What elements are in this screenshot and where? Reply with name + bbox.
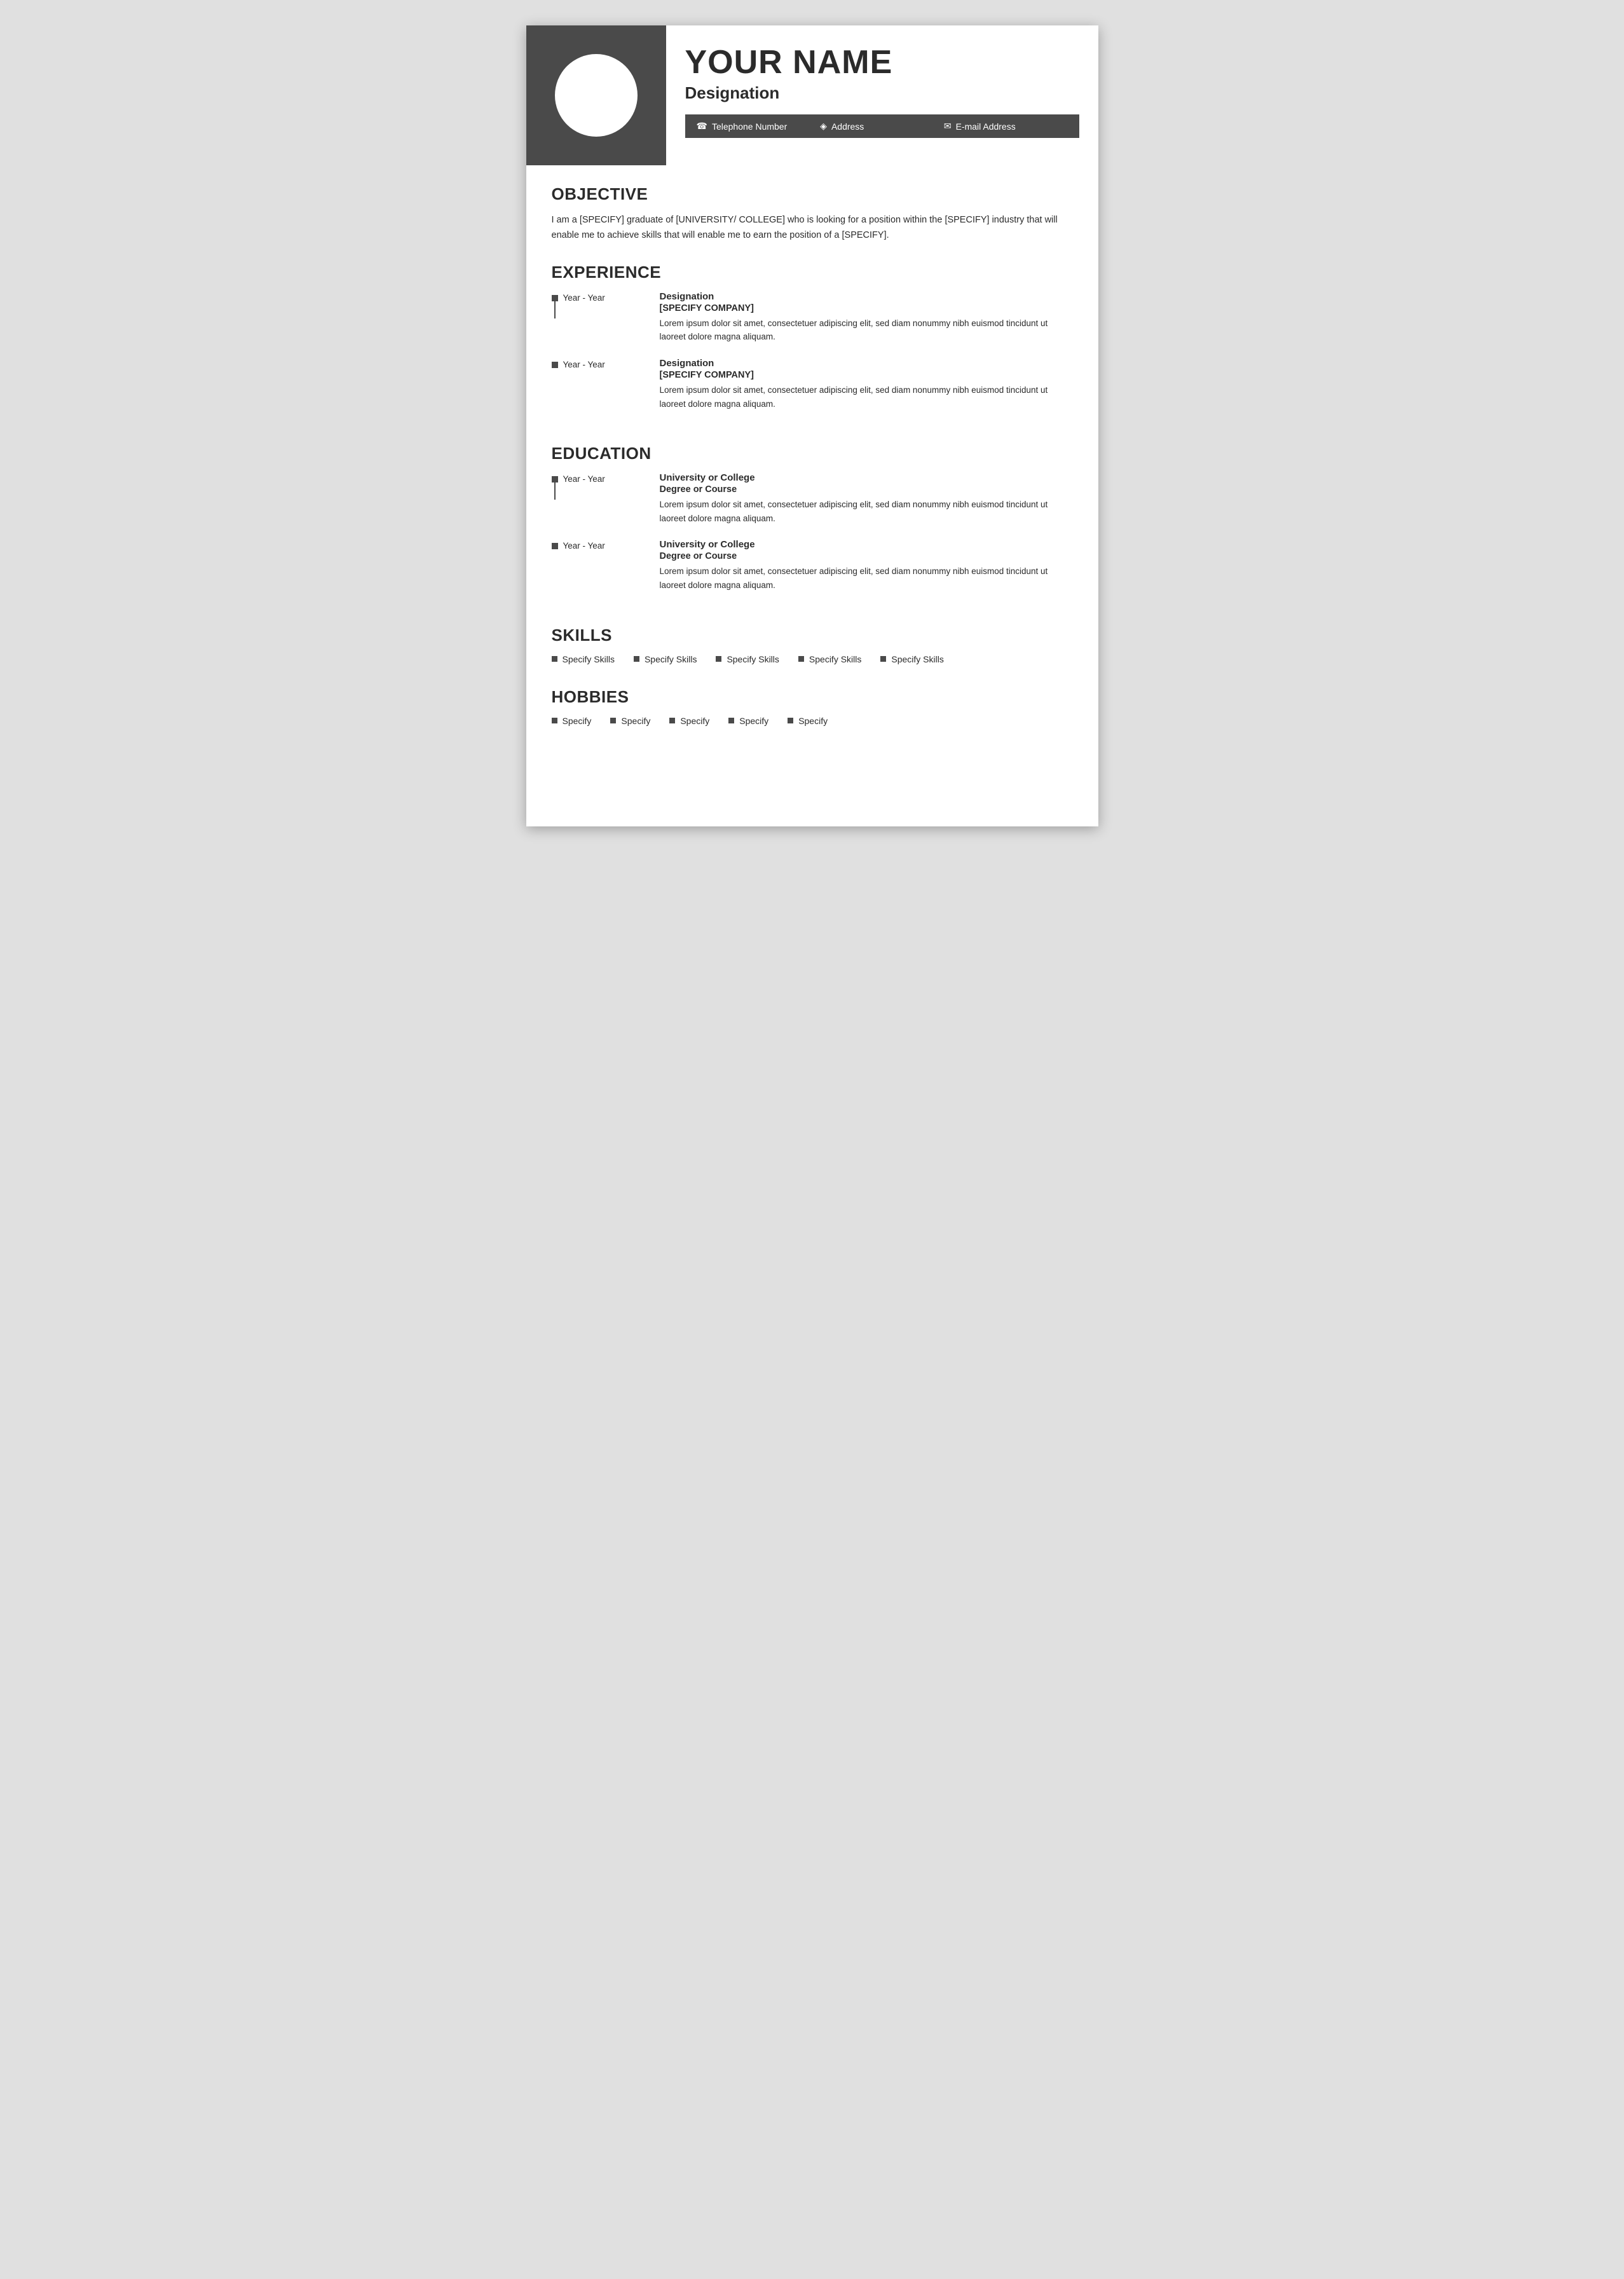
skills-title: SKILLS [552, 626, 1073, 645]
edu-desc-1: Lorem ipsum dolor sit amet, consectetuer… [660, 498, 1073, 525]
skill-item-3: Specify Skills [716, 654, 779, 664]
skill-item-2: Specify Skills [634, 654, 697, 664]
hobby-label-3: Specify [680, 716, 709, 726]
skill-bullet-5 [880, 656, 886, 662]
edu-line-1 [554, 481, 556, 500]
skill-item-1: Specify Skills [552, 654, 615, 664]
location-icon: ◈ [820, 121, 827, 132]
edu-bullet-2 [552, 543, 558, 549]
exp-designation-1: Designation [660, 291, 1073, 302]
experience-item-1: Year - Year Designation [SPECIFY COMPANY… [552, 291, 1073, 344]
edu-institution-1: University or College [660, 472, 1073, 483]
contact-phone: ☎ Telephone Number [697, 121, 821, 132]
hobby-bullet-2 [610, 718, 616, 723]
skill-bullet-1 [552, 656, 557, 662]
hobby-bullet-4 [728, 718, 734, 723]
education-timeline: Year - Year University or College Degree… [552, 472, 1073, 606]
exp-year-2: Year - Year [552, 359, 605, 371]
timeline-line-1 [554, 300, 556, 318]
hobby-item-1: Specify [552, 716, 592, 726]
resume-name: YOUR NAME [685, 44, 1079, 81]
resume-page: YOUR NAME Designation ☎ Telephone Number… [526, 25, 1098, 826]
skill-label-2: Specify Skills [645, 654, 697, 664]
hobby-label-2: Specify [621, 716, 650, 726]
edu-degree-2: Degree or Course [660, 551, 1073, 561]
skill-bullet-3 [716, 656, 721, 662]
edu-timeline-right-2: University or College Degree or Course L… [653, 539, 1073, 592]
hobby-item-4: Specify [728, 716, 768, 726]
timeline-left-1: Year - Year [552, 291, 653, 305]
edu-timeline-left-2: Year - Year [552, 539, 653, 552]
hobby-label-4: Specify [739, 716, 768, 726]
edu-year-1: Year - Year [552, 474, 605, 486]
objective-title: OBJECTIVE [552, 184, 1073, 204]
exp-company-1: [SPECIFY COMPANY] [660, 303, 1073, 313]
hobby-item-5: Specify [788, 716, 828, 726]
skill-label-5: Specify Skills [891, 654, 943, 664]
experience-item-2: Year - Year Designation [SPECIFY COMPANY… [552, 358, 1073, 411]
skill-item-5: Specify Skills [880, 654, 943, 664]
email-text: E-mail Address [956, 121, 1016, 132]
timeline-right-1: Designation [SPECIFY COMPANY] Lorem ipsu… [653, 291, 1073, 344]
email-icon: ✉ [944, 121, 952, 132]
header-info: YOUR NAME Designation ☎ Telephone Number… [666, 25, 1098, 165]
skill-bullet-2 [634, 656, 639, 662]
exp-desc-1: Lorem ipsum dolor sit amet, consectetuer… [660, 317, 1073, 344]
edu-year-2: Year - Year [552, 540, 605, 552]
contact-email: ✉ E-mail Address [944, 121, 1068, 132]
timeline-bullet-2 [552, 362, 558, 368]
hobby-bullet-5 [788, 718, 793, 723]
hobby-label-5: Specify [798, 716, 828, 726]
hobbies-section: HOBBIES Specify Specify Specify Specify [552, 687, 1073, 730]
profile-photo [555, 54, 638, 137]
hobbies-title: HOBBIES [552, 687, 1073, 707]
hobby-item-2: Specify [610, 716, 650, 726]
skill-item-4: Specify Skills [798, 654, 861, 664]
main-content: OBJECTIVE I am a [SPECIFY] graduate of [… [526, 165, 1098, 774]
education-section: EDUCATION Year - Year University or Coll… [552, 444, 1073, 606]
hobbies-list: Specify Specify Specify Specify Specify [552, 716, 1073, 730]
experience-timeline: Year - Year Designation [SPECIFY COMPANY… [552, 291, 1073, 425]
timeline-left-2: Year - Year [552, 358, 653, 371]
education-item-1: Year - Year University or College Degree… [552, 472, 1073, 525]
contact-address: ◈ Address [820, 121, 944, 132]
phone-number: Telephone Number [712, 121, 787, 132]
timeline-right-2: Designation [SPECIFY COMPANY] Lorem ipsu… [653, 358, 1073, 411]
education-item-2: Year - Year University or College Degree… [552, 539, 1073, 592]
exp-year-1: Year - Year [552, 292, 605, 305]
education-title: EDUCATION [552, 444, 1073, 463]
edu-desc-2: Lorem ipsum dolor sit amet, consectetuer… [660, 565, 1073, 592]
exp-desc-2: Lorem ipsum dolor sit amet, consectetuer… [660, 383, 1073, 411]
resume-header: YOUR NAME Designation ☎ Telephone Number… [526, 25, 1098, 165]
objective-text: I am a [SPECIFY] graduate of [UNIVERSITY… [552, 213, 1073, 243]
hobby-bullet-1 [552, 718, 557, 723]
edu-institution-2: University or College [660, 539, 1073, 550]
skill-label-4: Specify Skills [809, 654, 861, 664]
hobby-item-3: Specify [669, 716, 709, 726]
experience-section: EXPERIENCE Year - Year Designation [SPEC… [552, 263, 1073, 425]
skill-label-1: Specify Skills [563, 654, 615, 664]
skills-list: Specify Skills Specify Skills Specify Sk… [552, 654, 1073, 668]
skills-section: SKILLS Specify Skills Specify Skills Spe… [552, 626, 1073, 668]
exp-designation-2: Designation [660, 358, 1073, 369]
hobby-bullet-3 [669, 718, 675, 723]
exp-company-2: [SPECIFY COMPANY] [660, 370, 1073, 380]
address-text: Address [831, 121, 864, 132]
edu-timeline-left-1: Year - Year [552, 472, 653, 486]
phone-icon: ☎ [697, 121, 707, 132]
edu-timeline-right-1: University or College Degree or Course L… [653, 472, 1073, 525]
photo-block [526, 25, 666, 165]
experience-title: EXPERIENCE [552, 263, 1073, 282]
resume-designation: Designation [685, 83, 1079, 103]
skill-label-3: Specify Skills [727, 654, 779, 664]
skill-bullet-4 [798, 656, 804, 662]
edu-degree-1: Degree or Course [660, 484, 1073, 495]
objective-section: OBJECTIVE I am a [SPECIFY] graduate of [… [552, 184, 1073, 243]
contact-bar: ☎ Telephone Number ◈ Address ✉ E-mail Ad… [685, 114, 1079, 138]
hobby-label-1: Specify [563, 716, 592, 726]
